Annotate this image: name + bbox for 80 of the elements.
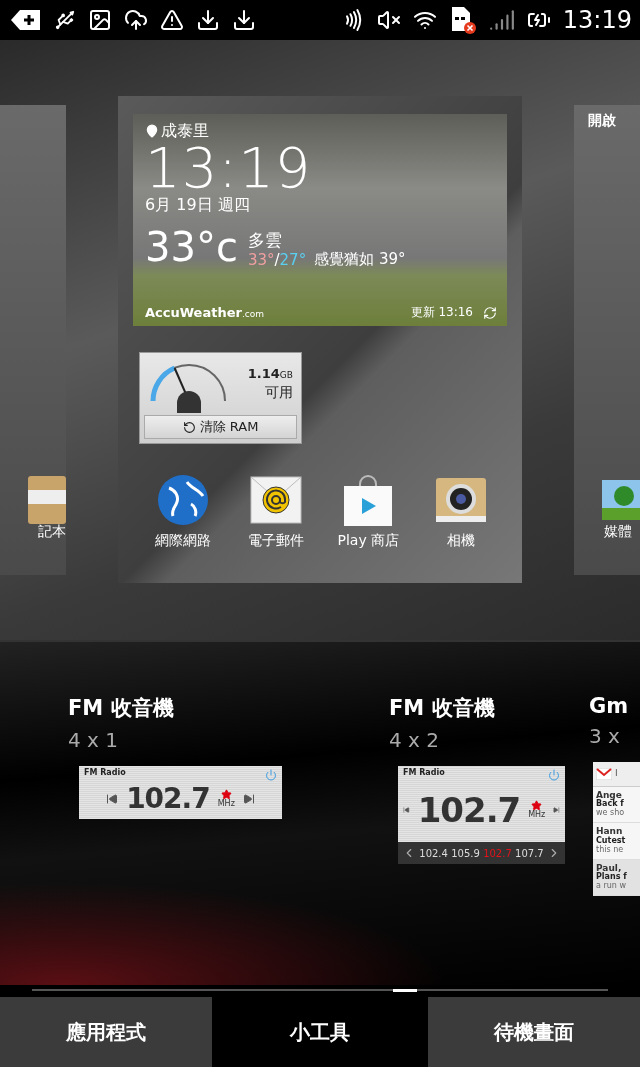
signal-icon <box>488 7 515 33</box>
bottom-tab[interactable]: 待機畫面 <box>428 997 640 1067</box>
tree-picture-icon <box>602 479 640 520</box>
free-memory: 1.14GB <box>247 367 293 382</box>
clock-time: 13:19 <box>145 139 313 196</box>
next-icon <box>553 804 560 816</box>
previous-icon <box>106 792 119 805</box>
mail-subject: Cutest <box>596 836 627 845</box>
widget-size: 4 x 2 <box>389 728 440 752</box>
mail-logo-icon <box>596 767 612 780</box>
star-icon <box>220 788 232 800</box>
app-shortcut[interactable]: Play 商店 <box>322 474 415 550</box>
radio-frequency: 102.7 <box>417 790 521 830</box>
app-shortcut[interactable]: 相機 <box>414 474 507 550</box>
mail-message-row[interactable]: Ange Back f we sho <box>593 786 640 824</box>
refresh-icon[interactable] <box>483 305 497 320</box>
envelope-icon <box>249 474 302 526</box>
widget-size: 3 x <box>589 724 621 748</box>
gauge-needle-drawing <box>173 367 201 413</box>
mail-subject: Back f <box>596 800 625 809</box>
current-temperature: 33°c <box>145 225 238 270</box>
mail-message-row[interactable]: Hann Cutest this ne <box>593 823 640 860</box>
radio-name: FM Radio <box>84 769 126 778</box>
weather-date: 6月 19日 週四 <box>145 195 251 214</box>
temperature-range: 33°/27° <box>247 251 307 270</box>
frequency-unit: MHz <box>528 811 546 820</box>
widget-title: 開啟 <box>588 113 616 129</box>
star-icon <box>531 800 543 812</box>
mail-snippet: a run w <box>596 882 627 891</box>
warning-icon <box>160 8 184 32</box>
widget-name: FM 收音機 <box>389 695 496 722</box>
memory-caption: 可用 <box>265 385 293 401</box>
radio-frequency: 102.7 <box>126 782 210 815</box>
notebook-icon <box>28 475 66 524</box>
refresh-icon <box>182 420 196 434</box>
weather-brand: AccuWeather.com <box>145 305 264 320</box>
mail-subject: Plans f <box>596 873 628 883</box>
image-icon <box>88 8 112 32</box>
mail-snippet: this ne <box>596 845 625 855</box>
plus-tag-icon <box>10 8 42 32</box>
feels-like: 感覺猶如 39° <box>314 251 406 270</box>
usb-icon <box>54 9 76 31</box>
mail-sender: Ange <box>596 790 623 801</box>
home-page-panel[interactable]: 開啟 媒體 <box>574 105 640 575</box>
app-shortcut[interactable]: 電子郵件 <box>229 474 322 550</box>
home-page-panel[interactable]: 記本 <box>0 105 66 575</box>
widget-name: Gm <box>589 694 630 718</box>
widget-size: 4 x 1 <box>68 728 119 752</box>
mail-message-row[interactable]: Paul, Plans f a run w <box>593 859 640 896</box>
app-shortcut[interactable]: 網際網路 <box>137 474 229 550</box>
preset-station[interactable]: 107.7 <box>515 847 544 859</box>
location-pin-icon <box>145 123 159 138</box>
shopping-bag-icon <box>342 474 395 526</box>
mail-sender: Hann <box>596 827 623 837</box>
app-label: 記本 <box>38 523 66 539</box>
mute-icon <box>376 8 401 32</box>
next-icon <box>242 792 255 805</box>
clear-ram-button[interactable]: 清除 RAM <box>144 415 297 439</box>
frequency-unit: MHz <box>217 799 235 809</box>
download-icon <box>232 8 256 32</box>
app-label: 媒體 <box>604 523 632 539</box>
widget-name: FM 收音機 <box>68 695 175 722</box>
cloud-upload-icon <box>124 8 148 32</box>
bottom-tab[interactable]: 應用程式 <box>0 997 212 1067</box>
preset-station[interactable]: 105.9 <box>451 847 480 859</box>
download-icon <box>196 8 220 32</box>
globe-icon <box>157 474 209 526</box>
preset-station[interactable]: 102.4 <box>419 847 448 859</box>
power-icon <box>265 769 277 781</box>
scroll-thumb <box>393 989 417 992</box>
status-time: 13:19 <box>562 6 632 34</box>
mail-snippet: we sho <box>596 809 626 819</box>
weather-location: 成泰里 <box>161 122 209 140</box>
previous-icon <box>403 804 410 816</box>
mail-sender: Paul, <box>596 863 623 873</box>
weather-condition: 多雲 <box>247 230 283 250</box>
mail-header: I <box>615 768 618 779</box>
power-icon <box>548 769 560 781</box>
radio-name: FM Radio <box>403 769 445 778</box>
update-time: 更新 13:16 <box>410 305 473 320</box>
